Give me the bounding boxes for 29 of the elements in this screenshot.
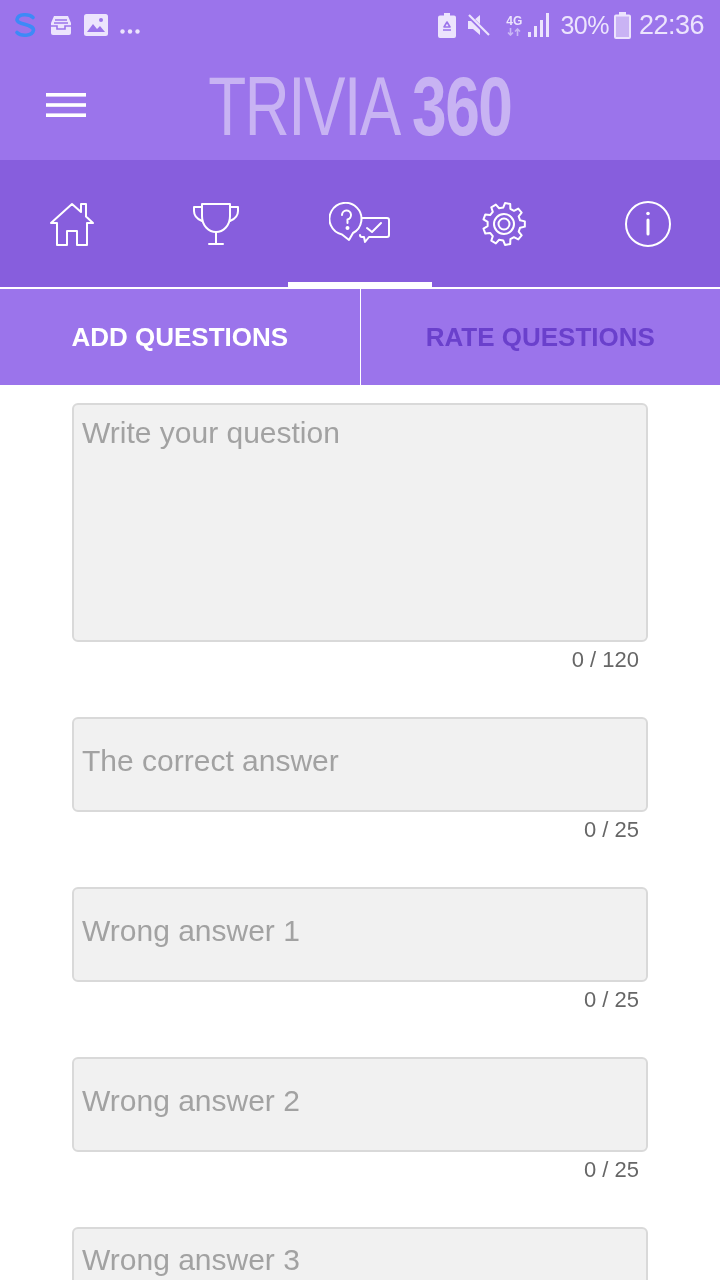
answer-input[interactable]: The correct answer: [72, 717, 648, 812]
inbox-tray-icon: [50, 14, 72, 36]
image-icon: [84, 14, 108, 36]
trophy-icon: [191, 200, 241, 247]
menu-button[interactable]: [46, 93, 86, 117]
info-icon: [624, 199, 672, 248]
question-chat-icon: [329, 201, 391, 246]
char-counter: 0 / 25: [583, 1157, 639, 1183]
char-counter: 0 / 120: [571, 647, 639, 673]
battery-icon: [613, 11, 631, 39]
answer-input[interactable]: Wrong answer 2: [72, 1057, 648, 1152]
battery-percent: 30%: [560, 12, 609, 38]
network-type: 4G: [506, 14, 523, 28]
answer-input[interactable]: Wrong answer 3: [72, 1227, 648, 1280]
question-textarea[interactable]: Write your question: [72, 403, 648, 642]
more-dots-icon: [120, 28, 140, 34]
clock-time: 22:36: [638, 11, 704, 39]
answer-input[interactable]: Wrong answer 1: [72, 887, 648, 982]
muted-speaker-icon: [466, 13, 491, 37]
s-logo-icon: [12, 12, 38, 38]
battery-saver-icon: [438, 12, 457, 38]
data-arrows-icon: [507, 27, 522, 36]
menu-icon: [46, 93, 86, 117]
char-counter: 0 / 25: [583, 817, 639, 843]
signal-icon: [528, 13, 551, 37]
char-counter: 0 / 25: [583, 987, 639, 1013]
app-title: TRIVIA 360: [208, 64, 512, 148]
settings-icon: [481, 200, 527, 247]
tab[interactable]: ADD QUESTIONS: [0, 289, 360, 385]
